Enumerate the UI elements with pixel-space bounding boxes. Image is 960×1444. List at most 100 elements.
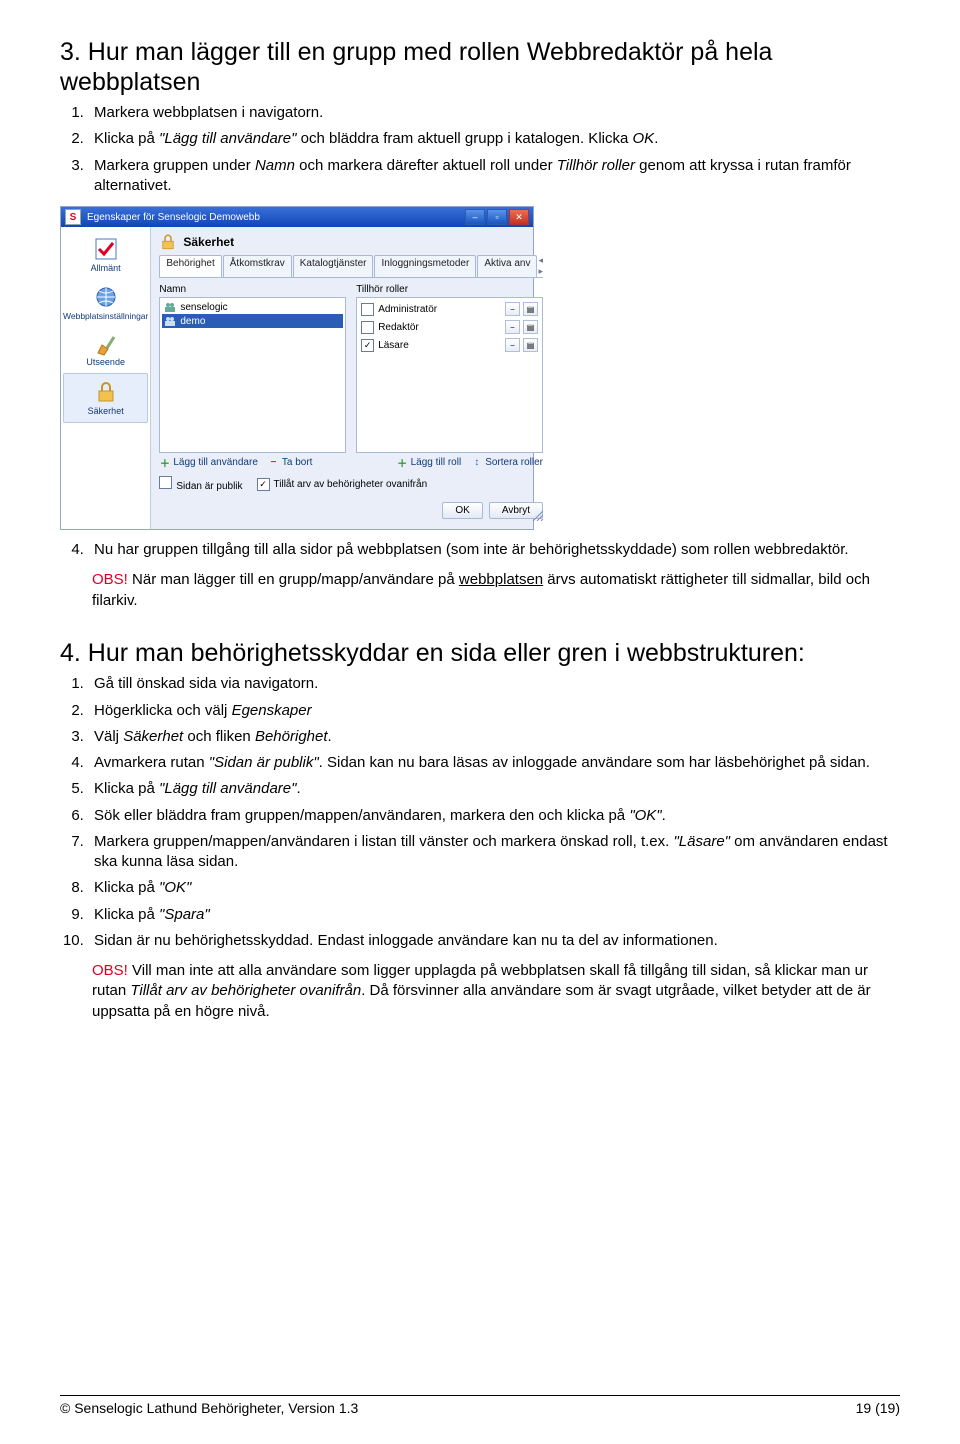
add-user-button[interactable]: ＋Lägg till användare: [159, 457, 258, 468]
sidebar-item-allmant[interactable]: Allmänt: [61, 231, 150, 279]
obs-label: OBS!: [92, 962, 128, 979]
role-props-icon[interactable]: ▤: [523, 302, 538, 316]
s4-li5: Klicka på "Lägg till användare".: [88, 779, 900, 799]
checkbox[interactable]: [257, 478, 270, 491]
screenshot-dialog: S Egenskaper för Senselogic Demowebb – ▫…: [60, 206, 534, 530]
opt-inherit-label: Tillåt arv av behörigheter ovanifrån: [274, 479, 428, 490]
s4-li7-ital: "Läsare": [673, 833, 730, 850]
sidebar-item-webbplats[interactable]: Webbplatsinställningar: [61, 279, 150, 327]
s4-li5-pre: Klicka på: [94, 780, 159, 797]
sidebar-label-2: Utseende: [86, 357, 125, 367]
s4-li1: Gå till önskad sida via navigatorn.: [88, 674, 900, 694]
checkbox[interactable]: [159, 476, 172, 489]
role-row[interactable]: Administratör −▤: [359, 300, 540, 318]
check-icon: [93, 237, 119, 261]
tab-aktiva[interactable]: Aktiva anv: [477, 255, 537, 277]
s4-li3-mid: och fliken: [183, 728, 255, 745]
sidebar-label-3: Säkerhet: [88, 406, 124, 416]
names-label: Namn: [159, 284, 346, 295]
window-title: Egenskaper för Senselogic Demowebb: [87, 212, 463, 223]
tab-atkomstkrav[interactable]: Åtkomstkrav: [223, 255, 292, 277]
tab-scroll[interactable]: ◂ ▸: [538, 255, 543, 277]
role-checkbox[interactable]: [361, 321, 374, 334]
s3-step-2: Klicka på "Lägg till användare" och bläd…: [88, 129, 900, 149]
s4-li4: Avmarkera rutan "Sidan är publik". Sidan…: [88, 753, 900, 773]
role-checkbox[interactable]: [361, 303, 374, 316]
s3-obs-link: webbplatsen: [459, 571, 543, 588]
s3-step1-text: Markera webbplatsen i navigatorn.: [94, 104, 323, 121]
sort-roles-button[interactable]: ↕Sortera roller: [471, 457, 543, 468]
role-row[interactable]: Redaktör −▤: [359, 318, 540, 336]
name-1: demo: [180, 316, 205, 327]
list-item[interactable]: demo: [162, 314, 343, 328]
dialog-main: Säkerhet Behörighet Åtkomstkrav Katalogt…: [151, 227, 551, 529]
tab-inloggningsmetoder[interactable]: Inloggningsmetoder: [374, 255, 476, 277]
s3-obs-pre: När man lägger till en grupp/mapp/använd…: [128, 571, 459, 588]
section-3-list: Markera webbplatsen i navigatorn. Klicka…: [60, 103, 900, 196]
s3-step3-ital2: Tillhör roller: [557, 157, 635, 174]
minus-icon: −: [268, 457, 279, 468]
s4-li8-pre: Klicka på: [94, 879, 159, 896]
s4-li1-text: Gå till önskad sida via navigatorn.: [94, 675, 318, 692]
s3-step2-post: .: [654, 130, 658, 147]
s4-li3-post: .: [328, 728, 332, 745]
list-item[interactable]: senselogic: [162, 300, 343, 314]
s3-step2-ital1: "Lägg till användare": [159, 130, 296, 147]
remove-label: Ta bort: [282, 457, 313, 468]
tab-behorighet[interactable]: Behörighet: [159, 255, 221, 277]
names-list[interactable]: senselogic demo: [159, 297, 346, 453]
s3-step4-text: Nu har gruppen tillgång till alla sidor …: [94, 541, 849, 558]
s4-li6: Sök eller bläddra fram gruppen/mappen/an…: [88, 806, 900, 826]
lock-icon: [93, 380, 119, 404]
obs-label: OBS!: [92, 571, 128, 588]
footer-left: © Senselogic Lathund Behörigheter, Versi…: [60, 1400, 358, 1416]
footer-right: 19 (19): [856, 1400, 900, 1416]
sort-roles-label: Sortera roller: [485, 457, 543, 468]
role-props-icon[interactable]: ▤: [523, 320, 538, 334]
sidebar-item-utseende[interactable]: Utseende: [61, 327, 150, 373]
role-minus-icon[interactable]: −: [505, 302, 520, 316]
sidebar-label-1: Webbplatsinställningar: [63, 311, 148, 321]
maximize-button[interactable]: ▫: [487, 209, 507, 225]
remove-button[interactable]: −Ta bort: [268, 457, 313, 468]
section-4-title: 4. Hur man behörighetsskyddar en sida el…: [60, 639, 900, 669]
add-role-button[interactable]: ＋Lägg till roll: [397, 457, 462, 468]
s4-li8-ital: "OK": [159, 879, 191, 896]
role-row[interactable]: Läsare −▤: [359, 336, 540, 354]
s4-li5-post: .: [296, 780, 300, 797]
titlebar: S Egenskaper för Senselogic Demowebb – ▫…: [61, 207, 533, 227]
section-3-list-cont: Nu har gruppen tillgång till alla sidor …: [60, 540, 900, 560]
close-button[interactable]: ✕: [509, 209, 529, 225]
s4-li2-ital: Egenskaper: [232, 702, 312, 719]
s4-li9-ital: "Spara": [159, 906, 210, 923]
role-admin: Administratör: [378, 304, 505, 315]
page-footer: © Senselogic Lathund Behörigheter, Versi…: [60, 1395, 900, 1416]
role-minus-icon[interactable]: −: [505, 320, 520, 334]
roles-label: Tillhör roller: [356, 284, 543, 295]
s4-li4-post: . Sidan kan nu bara läsas av inloggade a…: [319, 754, 870, 771]
s4-li2: Högerklicka och välj Egenskaper: [88, 701, 900, 721]
role-props-icon[interactable]: ▤: [523, 338, 538, 352]
ok-button[interactable]: OK: [442, 502, 482, 519]
plus-icon: ＋: [159, 457, 170, 468]
s4-li9-pre: Klicka på: [94, 906, 159, 923]
opt-public-label: Sidan är publik: [176, 481, 242, 492]
s4-li2-pre: Högerklicka och välj: [94, 702, 232, 719]
header-lock-icon: [159, 233, 177, 251]
sidebar-item-sakerhet[interactable]: Säkerhet: [63, 373, 148, 423]
resize-grip-icon[interactable]: [531, 509, 543, 521]
s4-li7: Markera gruppen/mappen/användaren i list…: [88, 832, 900, 873]
s3-step-1: Markera webbplatsen i navigatorn.: [88, 103, 900, 123]
s4-li6-pre: Sök eller bläddra fram gruppen/mappen/an…: [94, 807, 629, 824]
role-checkbox[interactable]: [361, 339, 374, 352]
s3-step-3: Markera gruppen under Namn och markera d…: [88, 156, 900, 197]
dialog-header: Säkerhet: [183, 235, 234, 249]
opt-public[interactable]: Sidan är publik: [159, 476, 242, 492]
s4-li7-pre: Markera gruppen/mappen/användaren i list…: [94, 833, 673, 850]
role-minus-icon[interactable]: −: [505, 338, 520, 352]
minimize-button[interactable]: –: [465, 209, 485, 225]
opt-inherit[interactable]: Tillåt arv av behörigheter ovanifrån: [257, 478, 428, 491]
tab-katalogtjanster[interactable]: Katalogtjänster: [293, 255, 374, 277]
roles-list: Administratör −▤ Redaktör −▤: [356, 297, 543, 453]
group-icon: [164, 301, 176, 313]
